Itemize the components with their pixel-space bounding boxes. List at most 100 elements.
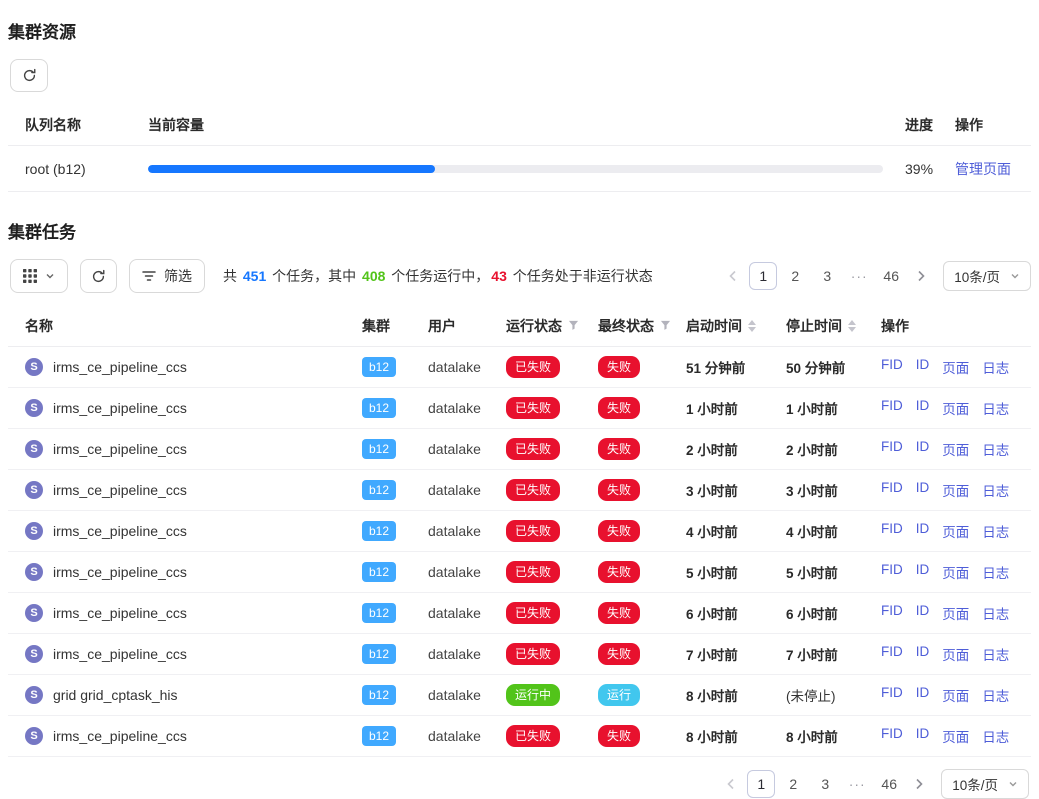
- log-link[interactable]: 日志: [982, 439, 1009, 459]
- start-time-header-label: 启动时间: [686, 316, 742, 336]
- page-button-1[interactable]: 1: [747, 770, 775, 798]
- table-row: S irms_ce_pipeline_ccs b12 datalake 已失败 …: [8, 470, 1031, 511]
- log-link[interactable]: 日志: [982, 480, 1009, 500]
- chevron-down-icon: [45, 271, 55, 281]
- top-pagination-area: 1 2 3 ··· 46 10条/页: [721, 261, 1031, 291]
- fid-link[interactable]: FID: [881, 439, 903, 459]
- run-status-header-label: 运行状态: [506, 316, 562, 336]
- id-link[interactable]: ID: [916, 480, 930, 500]
- page-link[interactable]: 页面: [942, 562, 969, 582]
- id-link[interactable]: ID: [916, 562, 930, 582]
- cluster-header: 集群: [362, 316, 428, 336]
- page-link[interactable]: 页面: [942, 644, 969, 664]
- fid-link[interactable]: FID: [881, 480, 903, 500]
- fid-link[interactable]: FID: [881, 357, 903, 377]
- fid-link[interactable]: FID: [881, 521, 903, 541]
- sort-icon[interactable]: [848, 320, 856, 332]
- cluster-tasks-section: 集群任务: [8, 218, 1031, 799]
- cluster-badge: b12: [362, 480, 396, 500]
- id-link[interactable]: ID: [916, 439, 930, 459]
- page-link[interactable]: 页面: [942, 603, 969, 623]
- task-name: irms_ce_pipeline_ccs: [53, 728, 187, 744]
- filter-button[interactable]: 筛选: [129, 259, 205, 293]
- final-status-badge: 失败: [598, 479, 640, 501]
- log-link[interactable]: 日志: [982, 726, 1009, 746]
- column-layout-button[interactable]: [10, 259, 68, 293]
- fid-link[interactable]: FID: [881, 398, 903, 418]
- avatar: S: [25, 522, 43, 540]
- page-button-46[interactable]: 46: [877, 262, 905, 290]
- fid-link[interactable]: FID: [881, 726, 903, 746]
- id-link[interactable]: ID: [916, 603, 930, 623]
- page-button-3[interactable]: 3: [813, 262, 841, 290]
- filter-funnel-icon[interactable]: [568, 320, 579, 331]
- summary-text: 共: [223, 268, 241, 284]
- page-ellipsis[interactable]: ···: [843, 770, 871, 798]
- chevron-down-icon: [1010, 271, 1020, 281]
- page-ellipsis[interactable]: ···: [845, 262, 873, 290]
- fid-link[interactable]: FID: [881, 685, 903, 705]
- page-button-1[interactable]: 1: [749, 262, 777, 290]
- total-count: 451: [243, 268, 266, 284]
- log-link[interactable]: 日志: [982, 685, 1009, 705]
- page-button-3[interactable]: 3: [811, 770, 839, 798]
- page-link[interactable]: 页面: [942, 439, 969, 459]
- log-link[interactable]: 日志: [982, 357, 1009, 377]
- sort-icon[interactable]: [748, 320, 756, 332]
- id-link[interactable]: ID: [916, 685, 930, 705]
- run-status-badge: 已失败: [506, 438, 560, 460]
- id-link[interactable]: ID: [916, 357, 930, 377]
- run-status-badge: 已失败: [506, 725, 560, 747]
- page-link[interactable]: 页面: [942, 480, 969, 500]
- log-link[interactable]: 日志: [982, 521, 1009, 541]
- user-name: datalake: [428, 482, 506, 498]
- next-page-button[interactable]: [907, 770, 931, 798]
- table-row: S irms_ce_pipeline_ccs b12 datalake 已失败 …: [8, 634, 1031, 675]
- page-link[interactable]: 页面: [942, 357, 969, 377]
- page-link[interactable]: 页面: [942, 521, 969, 541]
- prev-page-button[interactable]: [719, 770, 743, 798]
- start-time: 6 小时前: [686, 603, 786, 623]
- task-name: irms_ce_pipeline_ccs: [53, 646, 187, 662]
- fid-link[interactable]: FID: [881, 562, 903, 582]
- page-button-2[interactable]: 2: [779, 770, 807, 798]
- manage-page-link[interactable]: 管理页面: [955, 161, 1011, 177]
- table-row: S irms_ce_pipeline_ccs b12 datalake 已失败 …: [8, 388, 1031, 429]
- id-link[interactable]: ID: [916, 726, 930, 746]
- user-name: datalake: [428, 400, 506, 416]
- page-size-select[interactable]: 10条/页: [941, 769, 1029, 799]
- next-page-button[interactable]: [909, 262, 933, 290]
- page-button-2[interactable]: 2: [781, 262, 809, 290]
- id-link[interactable]: ID: [916, 521, 930, 541]
- start-time: 4 小时前: [686, 521, 786, 541]
- avatar: S: [25, 604, 43, 622]
- start-time: 7 小时前: [686, 644, 786, 664]
- cluster-badge: b12: [362, 603, 396, 623]
- capacity-header: 当前容量: [148, 115, 905, 135]
- fid-link[interactable]: FID: [881, 644, 903, 664]
- table-row: S irms_ce_pipeline_ccs b12 datalake 已失败 …: [8, 429, 1031, 470]
- final-status-badge: 失败: [598, 725, 640, 747]
- run-status-badge: 已失败: [506, 520, 560, 542]
- id-link[interactable]: ID: [916, 398, 930, 418]
- page-button-46[interactable]: 46: [875, 770, 903, 798]
- cluster-badge: b12: [362, 685, 396, 705]
- id-link[interactable]: ID: [916, 644, 930, 664]
- log-link[interactable]: 日志: [982, 603, 1009, 623]
- log-link[interactable]: 日志: [982, 644, 1009, 664]
- resources-refresh-button[interactable]: [10, 59, 48, 92]
- filter-funnel-icon[interactable]: [660, 320, 671, 331]
- page-size-select[interactable]: 10条/页: [943, 261, 1031, 291]
- prev-page-button[interactable]: [721, 262, 745, 290]
- progress-header: 进度: [905, 115, 955, 135]
- fid-link[interactable]: FID: [881, 603, 903, 623]
- tasks-title: 集群任务: [8, 218, 1031, 243]
- page-link[interactable]: 页面: [942, 726, 969, 746]
- table-row: S irms_ce_pipeline_ccs b12 datalake 已失败 …: [8, 552, 1031, 593]
- tasks-refresh-button[interactable]: [80, 259, 117, 293]
- page-link[interactable]: 页面: [942, 398, 969, 418]
- log-link[interactable]: 日志: [982, 562, 1009, 582]
- page-link[interactable]: 页面: [942, 685, 969, 705]
- filter-lines-icon: [142, 270, 156, 282]
- log-link[interactable]: 日志: [982, 398, 1009, 418]
